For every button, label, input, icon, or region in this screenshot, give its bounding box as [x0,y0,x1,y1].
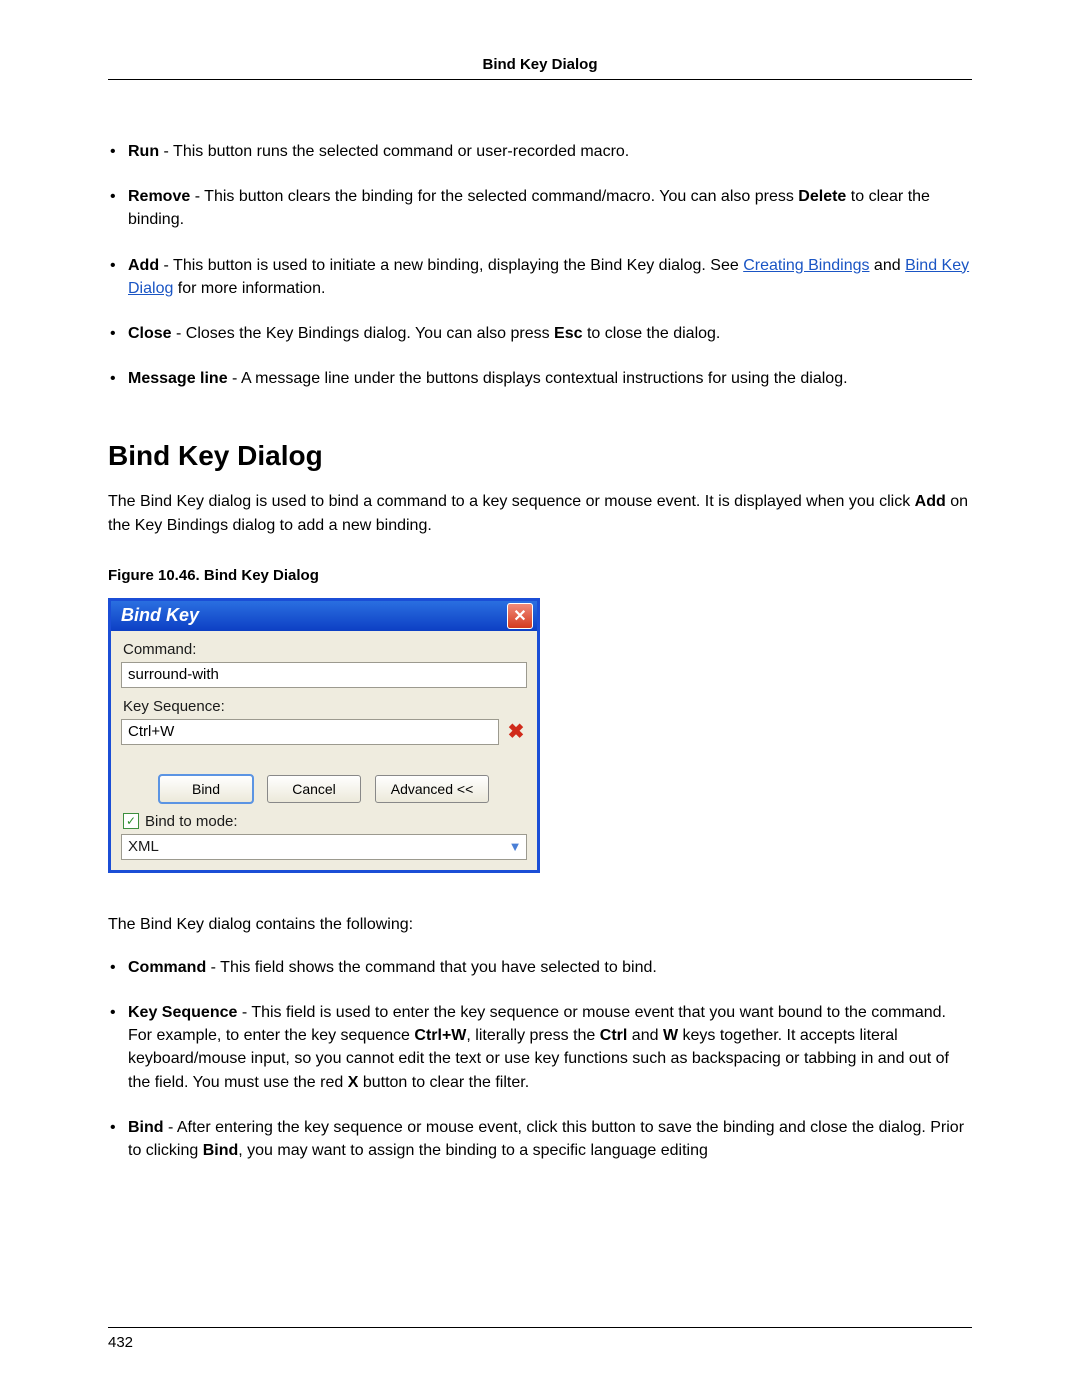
running-header: Bind Key Dialog [108,56,972,80]
list-text: - A message line under the buttons displ… [228,370,848,387]
intro-text: The Bind Key dialog is used to bind a co… [108,493,915,510]
document-page: Bind Key Dialog Run - This button runs t… [0,0,1080,1397]
key-delete: Delete [798,188,846,205]
list-item: Run - This button runs the selected comm… [108,140,972,163]
after-figure-text: The Bind Key dialog contains the followi… [108,913,972,936]
mode-select[interactable]: XML ▼ [121,834,527,860]
list-text: button to clear the filter. [358,1074,529,1091]
kbd-ctrlw: Ctrl+W [414,1027,466,1044]
bind-to-mode-label: Bind to mode: [145,813,238,830]
list-item: Close - Closes the Key Bindings dialog. … [108,322,972,345]
term-close: Close [128,325,172,342]
dialog-button-row: Bind Cancel Advanced << [121,775,527,803]
dialog-title: Bind Key [121,605,507,626]
command-label: Command: [123,641,527,658]
bind-to-mode-row: ✓ Bind to mode: [123,813,527,830]
term-run: Run [128,143,159,160]
term-remove: Remove [128,188,190,205]
list-text: - This button runs the selected command … [159,143,629,160]
term-bind: Bind [128,1119,164,1136]
page-number: 432 [108,1334,133,1351]
list-text: and [627,1027,663,1044]
dialog-body: Command: Key Sequence: ✖ Bind Cancel Adv… [111,631,537,870]
close-icon[interactable]: ✕ [507,603,533,629]
list-item: Add - This button is used to initiate a … [108,254,972,300]
keyseq-label: Key Sequence: [123,698,527,715]
list-text: - This button is used to initiate a new … [159,257,743,274]
list-item: Message line - A message line under the … [108,367,972,390]
list-text: , literally press the [466,1027,599,1044]
first-bullet-list: Run - This button runs the selected comm… [108,140,972,390]
kbd-ctrl: Ctrl [600,1027,628,1044]
list-item: Remove - This button clears the binding … [108,185,972,231]
intro-bold-add: Add [915,493,946,510]
page-footer: 432 [108,1327,972,1351]
term-key-sequence: Key Sequence [128,1004,237,1021]
list-text: - This button clears the binding for the… [190,188,798,205]
list-text: , you may want to assign the binding to … [238,1142,708,1159]
clear-keyseq-icon[interactable]: ✖ [505,721,527,743]
list-item: Command - This field shows the command t… [108,956,972,979]
list-text: - Closes the Key Bindings dialog. You ca… [172,325,554,342]
list-item: Bind - After entering the key sequence o… [108,1116,972,1162]
advanced-button[interactable]: Advanced << [375,775,489,803]
red-x: X [348,1074,359,1091]
second-bullet-list: Command - This field shows the command t… [108,956,972,1162]
list-item: Key Sequence - This field is used to ent… [108,1001,972,1094]
btn-bind-ref: Bind [203,1142,239,1159]
list-text: and [869,257,905,274]
kbd-w: W [663,1027,678,1044]
bind-key-dialog: Bind Key ✕ Command: Key Sequence: ✖ Bind… [108,598,540,873]
command-input[interactable] [121,662,527,688]
key-esc: Esc [554,325,582,342]
bind-button[interactable]: Bind [159,775,253,803]
link-creating-bindings[interactable]: Creating Bindings [743,257,869,274]
chevron-down-icon: ▼ [504,835,526,859]
figure-caption: Figure 10.46. Bind Key Dialog [108,567,972,584]
section-heading: Bind Key Dialog [108,440,972,472]
key-sequence-input[interactable] [121,719,499,745]
dialog-titlebar: Bind Key ✕ [111,601,537,631]
list-text: to close the dialog. [583,325,721,342]
cancel-button[interactable]: Cancel [267,775,361,803]
list-text: for more information. [173,280,325,297]
mode-select-value: XML [128,838,504,855]
term-message-line: Message line [128,370,228,387]
list-text: - This field shows the command that you … [206,959,657,976]
section-intro: The Bind Key dialog is used to bind a co… [108,490,972,536]
term-command: Command [128,959,206,976]
term-add: Add [128,257,159,274]
bind-to-mode-checkbox[interactable]: ✓ [123,813,139,829]
